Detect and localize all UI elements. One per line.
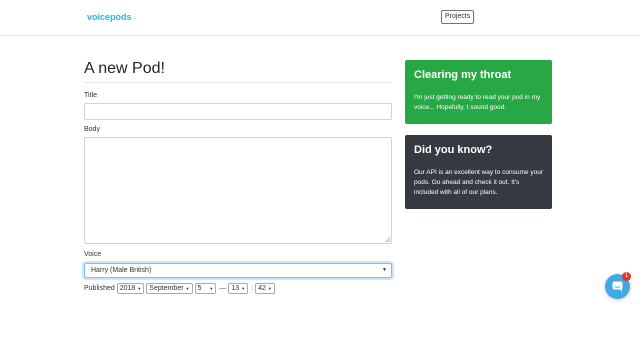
card-text: Our API is an excellent way to consume y… xyxy=(414,169,543,196)
resize-handle-icon[interactable] xyxy=(385,237,390,242)
hour-select[interactable]: 13 ▼ xyxy=(228,282,249,294)
chevron-down-icon: ▼ xyxy=(267,285,272,291)
chat-icon xyxy=(612,281,623,292)
card-text: I'm just getting ready to read your pod … xyxy=(414,94,541,111)
minute-value: 42 xyxy=(258,284,266,292)
chevron-down-icon: ▼ xyxy=(137,285,142,291)
chevron-down-icon: ▼ xyxy=(185,285,190,291)
navbar: voicepods Projects xyxy=(0,0,640,36)
body-label: Body xyxy=(84,126,100,133)
month-value: September xyxy=(149,284,184,292)
chevron-down-icon: ▼ xyxy=(382,267,387,273)
voice-selected-value: Harry (Male British) xyxy=(91,267,152,274)
body-textarea[interactable] xyxy=(84,137,392,244)
page-title: A new Pod! xyxy=(84,60,165,77)
published-label: Published xyxy=(84,284,115,292)
day-value: 5 xyxy=(197,284,202,292)
title-divider xyxy=(84,82,392,83)
title-label: Title xyxy=(84,92,97,99)
month-select[interactable]: September ▼ xyxy=(146,282,193,294)
minute-select[interactable]: 42 ▼ xyxy=(255,282,275,294)
voice-label: Voice xyxy=(84,251,102,258)
info-card-throat: Clearing my throat I'm just getting read… xyxy=(405,60,552,124)
title-input[interactable] xyxy=(84,103,392,120)
info-card-did-you-know: Did you know? Our API is an excellent wa… xyxy=(405,135,552,209)
card-title: Did you know? xyxy=(414,144,493,156)
projects-button[interactable]: Projects xyxy=(441,10,475,24)
day-select[interactable]: 5 ▼ xyxy=(194,282,217,294)
published-row: Published 2018 ▼ September ▼ 5 ▼ — 13 ▼ : 42… xyxy=(84,282,275,294)
chevron-down-icon: ▼ xyxy=(241,285,246,291)
year-select[interactable]: 2018 ▼ xyxy=(116,282,145,294)
card-title: Clearing my throat xyxy=(414,69,512,81)
voice-select[interactable]: Harry (Male British) ▼ xyxy=(84,263,392,278)
year-value: 2018 xyxy=(119,284,136,292)
brand-logo[interactable]: voicepods xyxy=(87,12,132,22)
time-separator: : xyxy=(251,284,254,292)
hour-value: 13 xyxy=(231,284,240,292)
chat-notification-badge: 1 xyxy=(622,272,631,281)
chevron-down-icon: ▼ xyxy=(209,285,214,291)
date-time-separator: — xyxy=(219,284,227,292)
